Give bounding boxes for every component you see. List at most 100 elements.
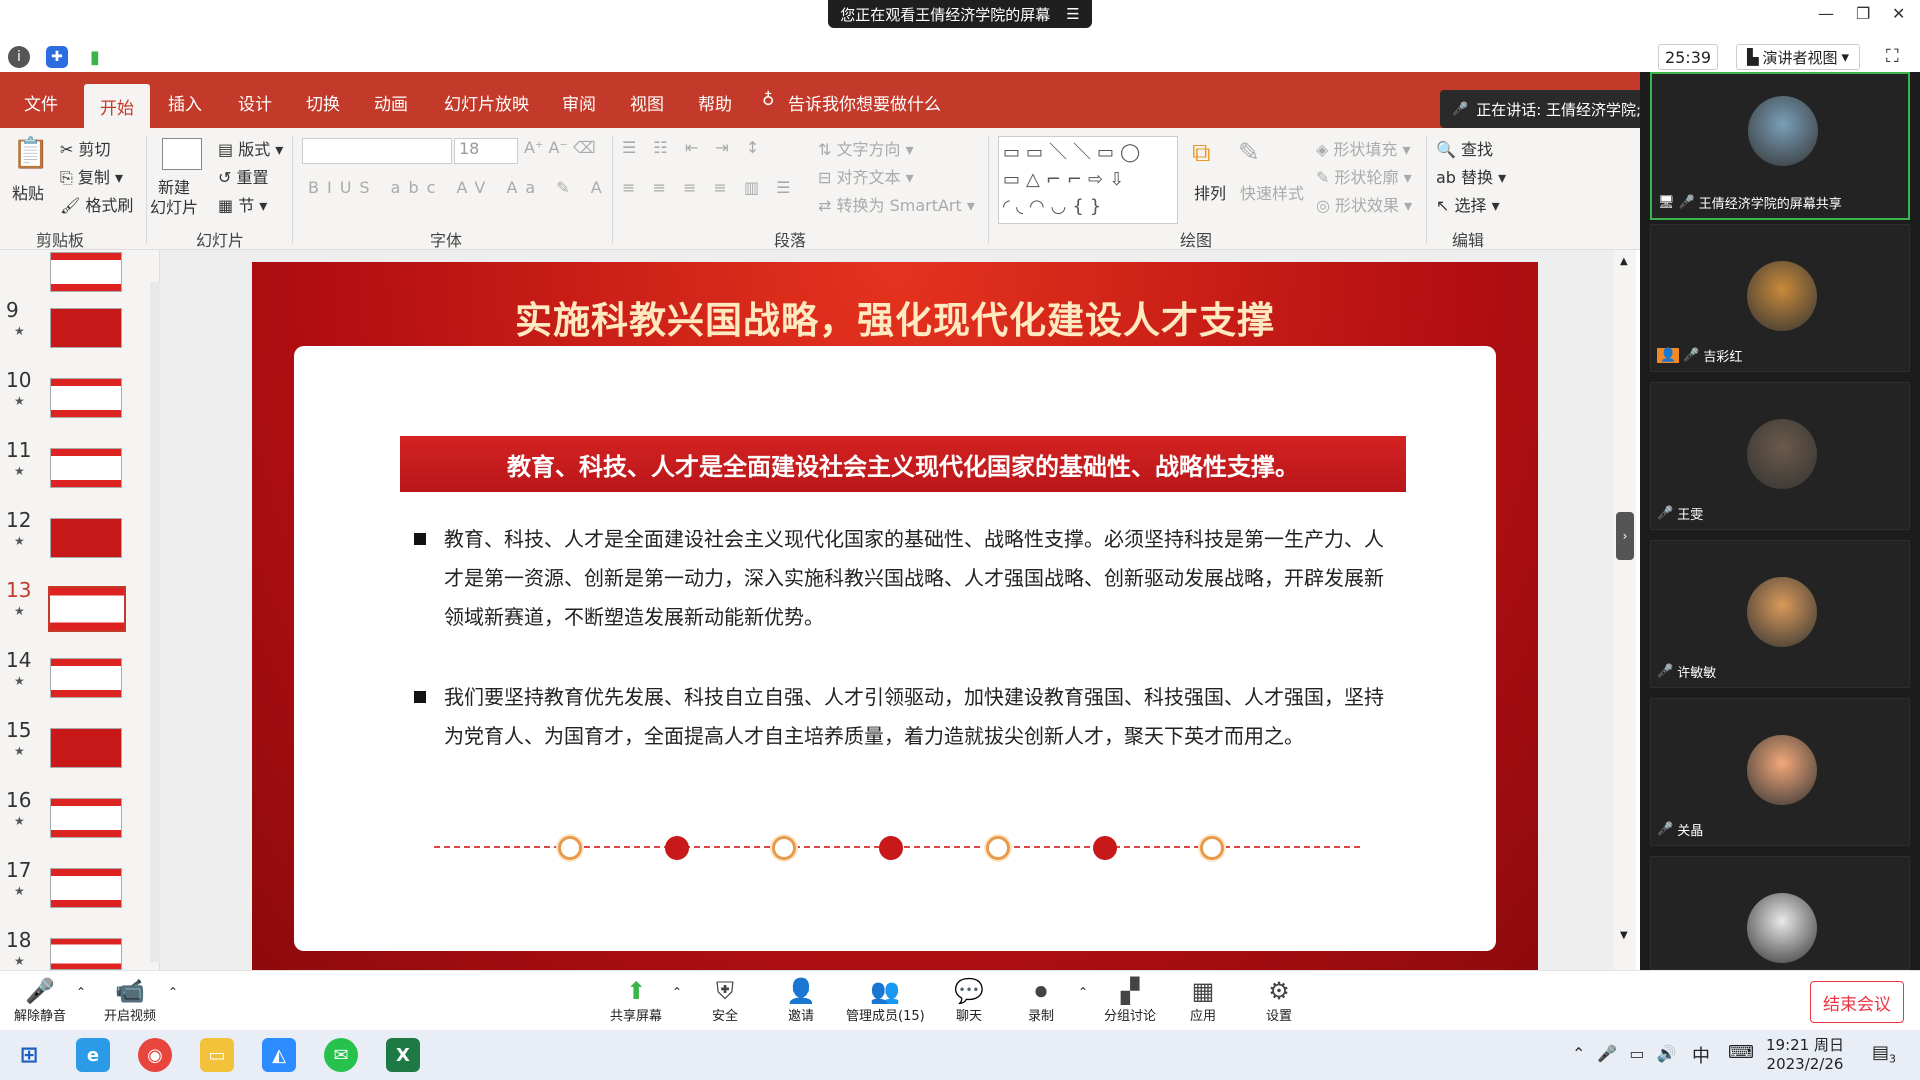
new-slide-button[interactable]: 新建 幻灯片 — [150, 178, 198, 218]
slide-thumbnail[interactable] — [50, 798, 122, 838]
shape-outline-button[interactable]: ✎ 形状轮廓 ▾ — [1316, 164, 1412, 188]
notification-icon[interactable]: ▤3 — [1872, 1042, 1896, 1066]
video-tile[interactable] — [1650, 856, 1910, 970]
video-tile[interactable]: 👤 🎤 吉彩红 — [1650, 224, 1910, 372]
font-grow-icon[interactable]: A⁺ A⁻ ⌫ — [524, 138, 596, 157]
font-size-select[interactable]: 18 — [454, 138, 518, 164]
slide-thumbnail[interactable] — [50, 868, 122, 908]
menu-slideshow[interactable]: 幻灯片放映 — [444, 90, 529, 115]
excel-icon[interactable]: X — [386, 1038, 420, 1072]
menu-transitions[interactable]: 切换 — [306, 90, 340, 115]
chat-button[interactable]: 💬 聊天 — [954, 977, 984, 1024]
chrome-icon[interactable]: ◉ — [138, 1038, 172, 1072]
wechat-icon[interactable]: ✉ — [324, 1038, 358, 1072]
ime-indicator[interactable]: 中 — [1692, 1042, 1710, 1068]
tray-icons[interactable]: ⌃🎤▭🔊 — [1572, 1044, 1688, 1063]
slide-thumbnail-pane[interactable]: 9 ★ 10 ★ 11 ★ 12 ★ 13 ★ 14 ★ 15 ★ 16 ★ 17 ★ 18 ★ — [0, 250, 160, 970]
restore-icon[interactable]: ❐ — [1856, 4, 1870, 23]
paste-button[interactable]: 粘贴 — [12, 180, 44, 204]
slide-scrollbar[interactable]: ▲ ▼ — [1614, 250, 1636, 970]
scroll-up-icon[interactable]: ▲ — [1620, 256, 1628, 267]
apps-button[interactable]: ▦ 应用 — [1190, 977, 1216, 1024]
unmute-button[interactable]: 🎤 解除静音 — [14, 977, 66, 1024]
quick-styles-button[interactable]: 快速样式 — [1240, 180, 1304, 204]
slide-thumbnail[interactable] — [50, 252, 122, 292]
breakout-button[interactable]: ▞ 分组讨论 — [1104, 977, 1156, 1024]
menu-design[interactable]: 设计 — [238, 90, 272, 115]
shield-icon[interactable]: ✚ — [46, 46, 68, 68]
find-button[interactable]: 🔍 查找 — [1436, 136, 1493, 160]
slide-canvas[interactable]: 实施科教兴国战略，强化现代化建设人才支撑 教育、科技、人才是全面建设社会主义现代… — [252, 262, 1538, 970]
layout-button[interactable]: ▤ 版式 ▾ — [218, 136, 283, 160]
meeting-app-icon[interactable]: ◭ — [262, 1038, 296, 1072]
slide-thumbnail-current[interactable] — [48, 586, 126, 632]
menu-insert[interactable]: 插入 — [168, 90, 202, 115]
reset-button[interactable]: ↺ 重置 — [218, 164, 269, 188]
menu-home[interactable]: 开始 — [84, 84, 150, 128]
slide-thumbnail[interactable] — [50, 658, 122, 698]
keyboard-icon[interactable]: ⌨ — [1728, 1042, 1754, 1063]
copy-button[interactable]: ⎘ 复制 ▾ — [60, 164, 123, 188]
align-icons[interactable]: ≡ ≡ ≡ ≡ ▥ ☰ — [622, 178, 797, 197]
new-slide-icon[interactable] — [162, 138, 202, 170]
share-banner[interactable]: 您正在观看王倩经济学院的屏幕 ☰ — [828, 0, 1092, 28]
share-screen-button[interactable]: ⬆ 共享屏幕 — [610, 977, 662, 1024]
list-icons[interactable]: ☰ ☷ ⇤ ⇥ ↕ — [622, 138, 765, 157]
slide-thumbnail[interactable] — [50, 308, 122, 348]
arrange-icon[interactable]: ⧉ — [1192, 138, 1211, 169]
slide-thumbnail[interactable] — [50, 518, 122, 558]
shape-effects-button[interactable]: ◎ 形状效果 ▾ — [1316, 192, 1412, 216]
start-video-button[interactable]: 📹 开启视频 — [104, 977, 156, 1024]
cut-button[interactable]: ✂ 剪切 — [60, 136, 111, 160]
shape-fill-button[interactable]: ◈ 形状填充 ▾ — [1316, 136, 1411, 160]
participants-button[interactable]: 👥 管理成员(15) — [846, 977, 925, 1024]
slide-thumbnail[interactable] — [50, 378, 122, 418]
font-format-icons[interactable]: BIUS abc AV Aa ✎ A — [308, 178, 610, 197]
video-tile[interactable]: 🎤 王雯 — [1650, 382, 1910, 530]
tell-me[interactable]: 告诉我你想要做什么 — [788, 90, 941, 115]
record-button[interactable]: ⏺ 录制 — [1028, 977, 1054, 1024]
security-button[interactable]: ⛨ 安全 — [712, 977, 738, 1024]
menu-icon[interactable]: ☰ — [1066, 5, 1079, 23]
font-family-select[interactable] — [302, 138, 452, 164]
scroll-down-icon[interactable]: ▼ — [1620, 930, 1628, 941]
end-meeting-button[interactable]: 结束会议 — [1810, 981, 1904, 1023]
align-text-button[interactable]: ⊟ 对齐文本 ▾ — [818, 164, 914, 188]
video-tile[interactable]: 🖥 🎤 王倩经济学院的屏幕共享 — [1650, 72, 1910, 220]
close-icon[interactable]: ✕ — [1892, 4, 1905, 23]
slide-thumbnail[interactable] — [50, 448, 122, 488]
menu-review[interactable]: 审阅 — [562, 90, 596, 115]
arrange-button[interactable]: 排列 — [1194, 180, 1226, 204]
windows-start-icon[interactable]: ⊞ — [12, 1038, 46, 1072]
video-tile[interactable]: 🎤 关晶 — [1650, 698, 1910, 846]
convert-smartart-button[interactable]: ⇄ 转换为 SmartArt ▾ — [818, 192, 975, 216]
menu-help[interactable]: 帮助 — [698, 90, 732, 115]
slide-thumbnail[interactable] — [50, 728, 122, 768]
select-button[interactable]: ↖ 选择 ▾ — [1436, 192, 1500, 216]
chevron-up-icon[interactable]: ⌃ — [672, 985, 682, 999]
ie-icon[interactable]: e — [76, 1038, 110, 1072]
info-icon[interactable]: i — [8, 46, 30, 68]
paste-icon[interactable]: 📋 — [12, 136, 49, 171]
fullscreen-icon[interactable]: ⛶ — [1886, 46, 1899, 67]
text-direction-button[interactable]: ⇅ 文字方向 ▾ — [818, 136, 914, 160]
chevron-up-icon[interactable]: ⌃ — [168, 985, 178, 999]
slide-thumbnail[interactable] — [50, 938, 122, 970]
folder-icon[interactable]: ▭ — [200, 1038, 234, 1072]
invite-button[interactable]: 👤 邀请 — [786, 977, 816, 1024]
menu-file[interactable]: 文件 — [24, 90, 58, 115]
quick-styles-icon[interactable]: ✎ — [1238, 138, 1260, 168]
menu-view[interactable]: 视图 — [630, 90, 664, 115]
signal-icon[interactable]: ▮ — [84, 46, 106, 68]
thumbnail-scrollbar[interactable] — [150, 282, 160, 962]
replace-button[interactable]: ab 替换 ▾ — [1436, 164, 1506, 188]
presenter-view-button[interactable]: ▙ 演讲者视图 ▾ — [1736, 44, 1860, 70]
settings-button[interactable]: ⚙ 设置 — [1266, 977, 1292, 1024]
minimize-icon[interactable]: — — [1818, 4, 1834, 23]
chevron-up-icon[interactable]: ⌃ — [76, 985, 86, 999]
format-painter-button[interactable]: 🖌 格式刷 — [60, 192, 133, 216]
collapse-panel-icon[interactable]: › — [1616, 512, 1634, 560]
video-tile[interactable]: 🎤 许敏敏 — [1650, 540, 1910, 688]
chevron-up-icon[interactable]: ⌃ — [1078, 985, 1088, 999]
menu-animations[interactable]: 动画 — [374, 90, 408, 115]
